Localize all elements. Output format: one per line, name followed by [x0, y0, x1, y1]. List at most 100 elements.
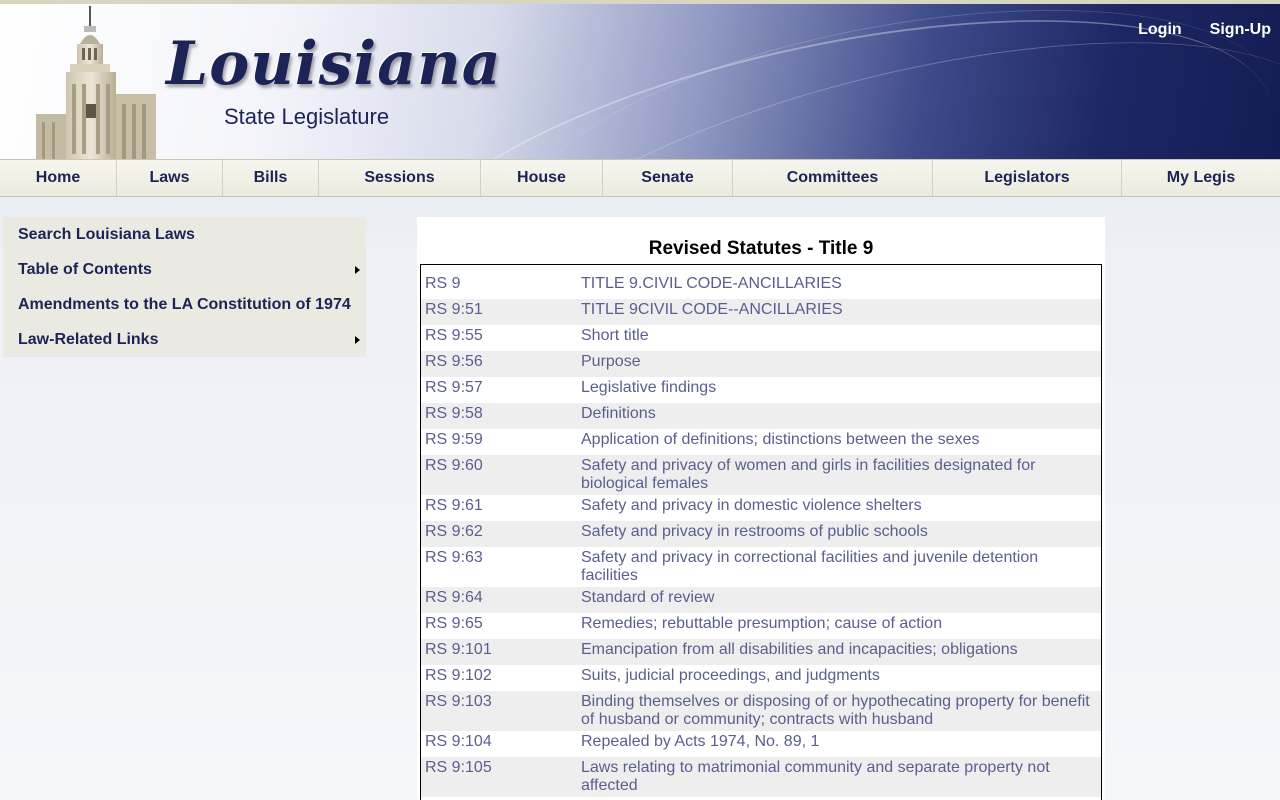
statute-title-link[interactable]: Safety and privacy in correctional facil…: [581, 549, 1038, 584]
statute-code-cell: RS 9:102: [421, 665, 577, 691]
statutes-table-container: RS 9 TITLE 9.CIVIL CODE-ANCILLARIES RS 9:5…: [420, 264, 1102, 800]
table-row: RS 9:104 Repealed by Acts 1974, No. 89, 1: [421, 731, 1101, 757]
statute-code-link[interactable]: RS 9:101: [425, 641, 492, 658]
statute-code-link[interactable]: RS 9:51: [425, 301, 483, 318]
statute-code-cell: RS 9:65: [421, 613, 577, 639]
nav-committees[interactable]: Committees: [733, 160, 933, 196]
menu-table-of-contents[interactable]: Table of Contents: [3, 252, 366, 287]
menu-search-louisiana-laws[interactable]: Search Louisiana Laws: [3, 217, 366, 252]
statute-code-cell: RS 9:64: [421, 587, 577, 613]
statute-code-link[interactable]: RS 9:102: [425, 667, 492, 684]
statute-title-cell: Definitions: [577, 403, 1101, 429]
statute-code-link[interactable]: RS 9:65: [425, 615, 483, 632]
statute-code-cell: RS 9:61: [421, 495, 577, 521]
statute-code-link[interactable]: RS 9:59: [425, 431, 483, 448]
statute-title-cell: Short title: [577, 325, 1101, 351]
statute-title-link[interactable]: Short title: [581, 327, 649, 344]
signup-link[interactable]: Sign-Up: [1210, 21, 1271, 39]
statute-code-cell: RS 9:105: [421, 757, 577, 797]
statute-title-cell: Safety and privacy in domestic violence …: [577, 495, 1101, 521]
statute-code-cell: RS 9:103: [421, 691, 577, 731]
table-row: RS 9 TITLE 9.CIVIL CODE-ANCILLARIES: [421, 273, 1101, 299]
table-row: RS 9:65 Remedies; rebuttable presumption;…: [421, 613, 1101, 639]
left-menu: Search Louisiana Laws Table of Contents …: [3, 217, 366, 357]
statute-code-link[interactable]: RS 9:105: [425, 759, 492, 776]
statute-code-link[interactable]: RS 9:104: [425, 733, 492, 750]
statute-title-link[interactable]: Safety and privacy in restrooms of publi…: [581, 523, 928, 540]
statute-title-cell: Binding themselves or disposing of or hy…: [577, 691, 1101, 731]
statute-code-cell: RS 9:101: [421, 639, 577, 665]
login-link[interactable]: Login: [1138, 21, 1182, 39]
statute-code-link[interactable]: RS 9:64: [425, 589, 483, 606]
statute-title-link[interactable]: Application of definitions; distinctions…: [581, 431, 979, 448]
statute-title-cell: Legislative findings: [577, 377, 1101, 403]
statute-title-link[interactable]: Binding themselves or disposing of or hy…: [581, 693, 1090, 728]
statute-code-link[interactable]: RS 9:57: [425, 379, 483, 396]
statute-code-cell: RS 9:60: [421, 455, 577, 495]
auth-links: Login Sign-Up: [1138, 21, 1271, 39]
statute-code-link[interactable]: RS 9:55: [425, 327, 483, 344]
statute-title-cell: Safety and privacy in correctional facil…: [577, 547, 1101, 587]
nav-legislators[interactable]: Legislators: [933, 160, 1122, 196]
table-row: RS 9:55 Short title: [421, 325, 1101, 351]
statute-code-link[interactable]: RS 9:60: [425, 457, 483, 474]
statute-code-cell: RS 9:57: [421, 377, 577, 403]
statute-code-link[interactable]: RS 9:61: [425, 497, 483, 514]
nav-senate[interactable]: Senate: [603, 160, 733, 196]
nav-laws[interactable]: Laws: [117, 160, 223, 196]
statute-code-cell: RS 9: [421, 273, 577, 299]
main-content: Revised Statutes - Title 9 RS 9 TITLE 9.C…: [417, 217, 1105, 800]
statute-title-link[interactable]: Safety and privacy in domestic violence …: [581, 497, 922, 514]
menu-item-label: Law-Related Links: [18, 331, 159, 348]
statute-code-link[interactable]: RS 9:103: [425, 693, 492, 710]
menu-amendments-la-constitution[interactable]: Amendments to the LA Constitution of 197…: [3, 287, 366, 322]
table-row: RS 9:58 Definitions: [421, 403, 1101, 429]
nav-house[interactable]: House: [481, 160, 603, 196]
statute-code-cell: RS 9:51: [421, 299, 577, 325]
nav-sessions[interactable]: Sessions: [319, 160, 481, 196]
statute-title-link[interactable]: Safety and privacy of women and girls in…: [581, 457, 1035, 492]
statute-title-link[interactable]: Laws relating to matrimonial community a…: [581, 759, 1050, 794]
statute-title-link[interactable]: Repealed by Acts 1974, No. 89, 1: [581, 733, 819, 750]
statute-title-cell: Repealed by Acts 1974, No. 89, 1: [577, 731, 1101, 757]
table-row: RS 9:51 TITLE 9CIVIL CODE--ANCILLARIES: [421, 299, 1101, 325]
statute-code-cell: RS 9:63: [421, 547, 577, 587]
statute-code-link[interactable]: RS 9:62: [425, 523, 483, 540]
statute-title-link[interactable]: TITLE 9CIVIL CODE--ANCILLARIES: [581, 301, 843, 318]
statute-title-cell: Standard of review: [577, 587, 1101, 613]
statute-code-link[interactable]: RS 9:58: [425, 405, 483, 422]
table-row: RS 9:101 Emancipation from all disabiliti…: [421, 639, 1101, 665]
statute-title-cell: Suits, judicial proceedings, and judgmen…: [577, 665, 1101, 691]
statute-title-cell: Safety and privacy of women and girls in…: [577, 455, 1101, 495]
capitol-building-image: [36, 6, 156, 159]
nav-bills[interactable]: Bills: [223, 160, 319, 196]
nav-my-legis[interactable]: My Legis: [1122, 160, 1280, 196]
statute-title-link[interactable]: Suits, judicial proceedings, and judgmen…: [581, 667, 880, 684]
submenu-arrow-icon: [355, 266, 360, 274]
statute-title-link[interactable]: Definitions: [581, 405, 656, 422]
statute-title-cell: Emancipation from all disabilities and i…: [577, 639, 1101, 665]
table-row: RS 9:62 Safety and privacy in restrooms o…: [421, 521, 1101, 547]
statute-title-cell: Remedies; rebuttable presumption; cause …: [577, 613, 1101, 639]
statute-code-cell: RS 9:58: [421, 403, 577, 429]
statute-title-link[interactable]: Emancipation from all disabilities and i…: [581, 641, 1018, 658]
statute-title-cell: Laws relating to matrimonial community a…: [577, 757, 1101, 797]
statute-title-cell: TITLE 9CIVIL CODE--ANCILLARIES: [577, 299, 1101, 325]
statute-title-link[interactable]: Legislative findings: [581, 379, 716, 396]
table-row: RS 9:105 Laws relating to matrimonial com…: [421, 757, 1101, 797]
statute-title-link[interactable]: TITLE 9.CIVIL CODE-ANCILLARIES: [581, 275, 842, 292]
statute-title-link[interactable]: Purpose: [581, 353, 641, 370]
menu-item-label: Search Louisiana Laws: [18, 226, 195, 243]
statute-code-link[interactable]: RS 9: [425, 275, 461, 292]
statute-title-link[interactable]: Remedies; rebuttable presumption; cause …: [581, 615, 942, 632]
statute-code-link[interactable]: RS 9:56: [425, 353, 483, 370]
statute-title-link[interactable]: Standard of review: [581, 589, 714, 606]
statute-title-cell: Safety and privacy in restrooms of publi…: [577, 521, 1101, 547]
table-row: RS 9:103 Binding themselves or disposing …: [421, 691, 1101, 731]
table-row: RS 9:56 Purpose: [421, 351, 1101, 377]
statute-code-cell: RS 9:104: [421, 731, 577, 757]
menu-law-related-links[interactable]: Law-Related Links: [3, 322, 366, 357]
logo-subtitle: State Legislature: [224, 104, 390, 129]
statute-code-link[interactable]: RS 9:63: [425, 549, 483, 566]
nav-home[interactable]: Home: [0, 160, 117, 196]
